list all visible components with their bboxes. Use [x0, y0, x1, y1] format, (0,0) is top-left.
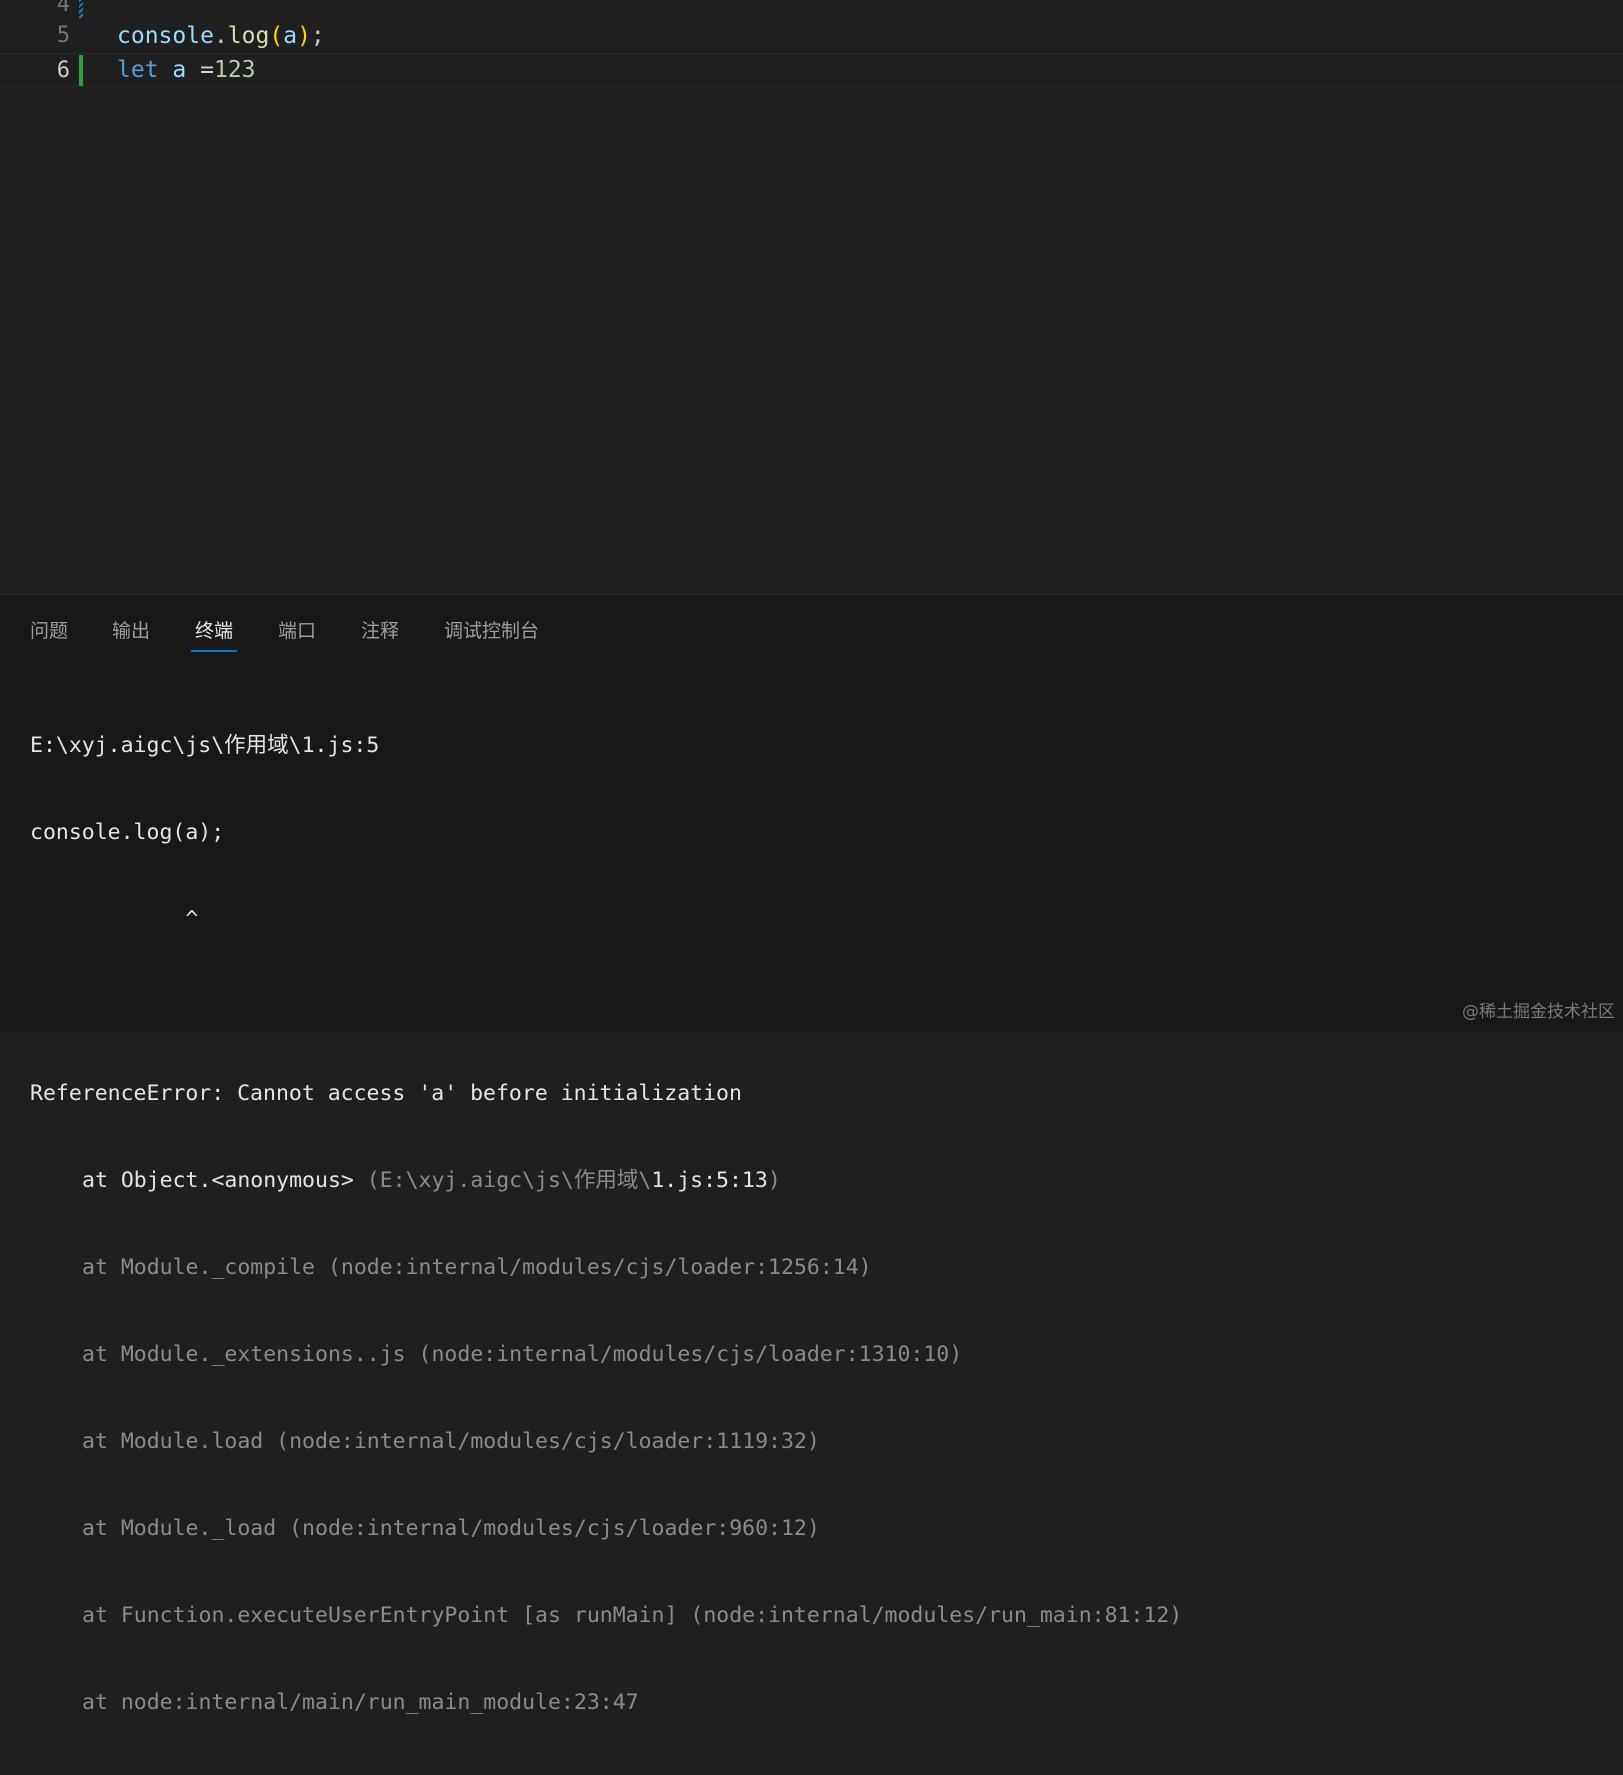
stack-frame: at Module._compile (node:internal/module…: [82, 1255, 872, 1280]
stack-frame: at Function.executeUserEntryPoint [as ru…: [82, 1603, 1183, 1628]
stack-frame: at Module._extensions..js (node:internal…: [82, 1342, 963, 1367]
panel-tabs: 问题 输出 终端 端口 注释 调试控制台: [0, 595, 1623, 657]
error-message: ReferenceError: Cannot access 'a' before…: [30, 1081, 742, 1106]
line-number: 5: [56, 23, 70, 48]
stack-frame: at Object.<anonymous> (E:\xyj.aigc\js\作用…: [82, 1168, 781, 1193]
modified-gutter-marker: [79, 0, 83, 18]
line-number: 6: [56, 58, 70, 83]
code-text: let a =123: [117, 57, 256, 83]
tab-comments[interactable]: 注释: [361, 615, 399, 647]
code-text: console.log(a);: [117, 23, 325, 49]
tab-debug-console[interactable]: 调试控制台: [444, 615, 539, 647]
bottom-panel: 问题 输出 终端 端口 注释 调试控制台 E:\xyj.aigc\js\作用域\…: [0, 594, 1623, 1715]
tab-ports[interactable]: 端口: [278, 615, 316, 647]
tab-terminal[interactable]: 终端: [190, 615, 238, 652]
editor-line-6[interactable]: 6 let a =123: [0, 53, 1623, 87]
editor-line-5[interactable]: 5 console.log(a);: [0, 19, 1623, 53]
terminal-line: console.log(a);: [30, 820, 225, 845]
added-gutter-marker: [79, 55, 83, 86]
stack-frame: at Module._load (node:internal/modules/c…: [82, 1516, 820, 1541]
tab-problems[interactable]: 问题: [30, 615, 68, 647]
stack-frame: at Module.load (node:internal/modules/cj…: [82, 1429, 820, 1454]
stack-frame: at node:internal/main/run_main_module:23…: [82, 1690, 639, 1715]
code-editor[interactable]: 4 5 console.log(a); 6 let a =123: [0, 0, 1623, 594]
terminal-line: ^: [30, 907, 199, 932]
tab-output[interactable]: 输出: [112, 615, 150, 647]
terminal-line: E:\xyj.aigc\js\作用域\1.js:5: [30, 733, 380, 758]
watermark: @稀土掘金技术社区: [1462, 1002, 1615, 1022]
terminal-output[interactable]: E:\xyj.aigc\js\作用域\1.js:5 console.log(a)…: [30, 673, 1613, 1775]
